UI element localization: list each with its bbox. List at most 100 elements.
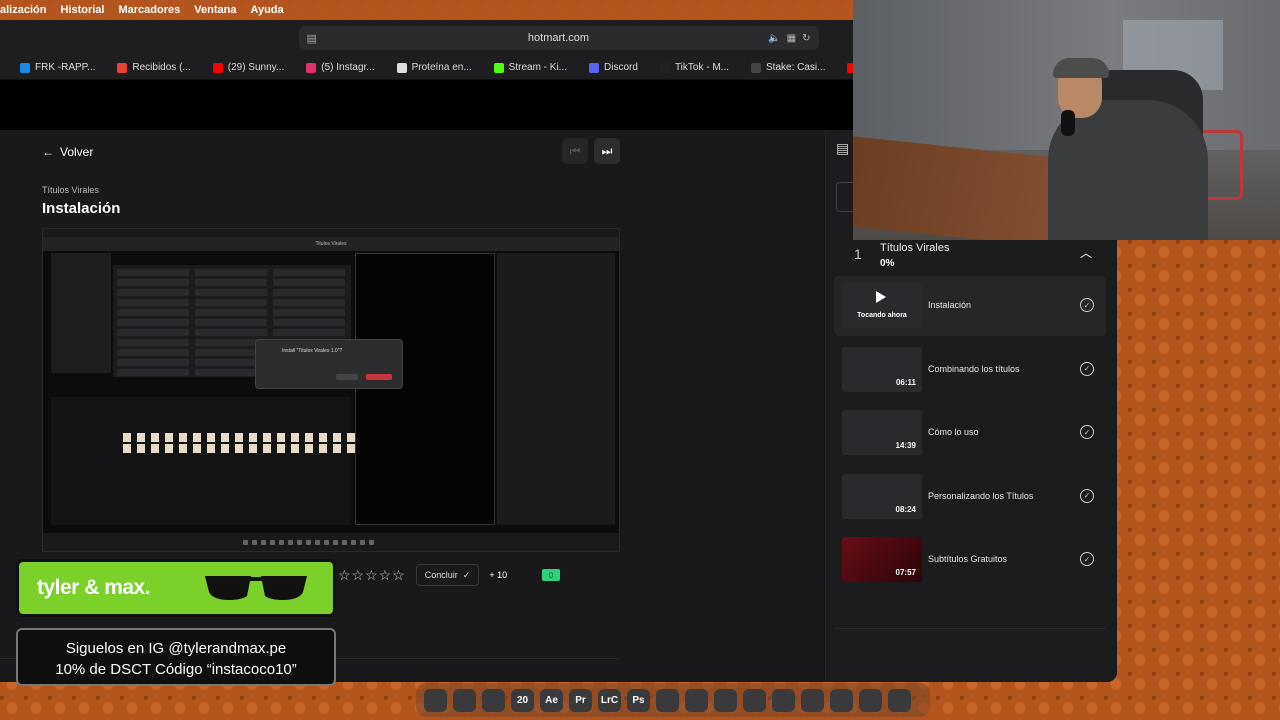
video-timeline-clip [193,433,201,442]
menu-item-history[interactable]: Historial [60,4,104,16]
check-circle-icon[interactable]: ✓ [1080,298,1094,312]
bookmark-item[interactable]: TikTok - M... [659,62,730,73]
lesson-actions: ☆☆☆☆☆ Concluir ✓ + 10 [338,564,507,586]
bookmark-favicon-icon [751,62,762,73]
bookmark-item[interactable]: Discord [589,62,638,73]
lesson-nav: ⏮ ⏭ [562,138,620,164]
module-name: Títulos Virales [880,242,950,254]
dock-app-icon[interactable] [801,688,824,712]
lesson-item[interactable]: 07:57 Subtítulos Gratuitos ✓ [834,530,1106,590]
video-effect-tile [195,309,267,316]
dock-app-icon[interactable] [888,688,911,712]
lesson-item[interactable]: Tocando ahora Instalación ✓ [834,276,1106,336]
macos-dock: 20 Ae Pr LrC Ps [416,683,930,717]
rating-stars[interactable]: ☆☆☆☆☆ [338,567,406,584]
menu-item-view[interactable]: alización [0,4,46,16]
dock-app-icon[interactable] [453,688,476,712]
lesson-title: Instalación [42,200,121,217]
bookmark-favicon-icon [589,62,600,73]
skip-forward-icon: ⏭ [601,143,613,158]
video-timeline-clip [277,444,285,453]
bookmark-label: Proteína en... [411,62,472,73]
dock-app-icon[interactable] [830,688,853,712]
video-install-dialog: Install "Titulos Virales 1.0"? [255,339,403,389]
lesson-thumbnail: 08:24 [842,473,922,519]
skip-back-icon: ⏮ [569,143,581,158]
complete-button[interactable]: Concluir ✓ [415,564,480,586]
dock-app-icon[interactable]: Pr [569,688,592,712]
video-timeline-clip [137,433,145,442]
lesson-item[interactable]: 08:24 Personalizando los Títulos ✓ [834,467,1106,527]
bookmark-label: Stream - Ki... [508,62,568,73]
bookmark-favicon-icon [396,62,407,73]
address-bar[interactable]: ▤ hotmart.com 🔈 ▦ ↻ [298,26,819,50]
video-timeline-clip [333,444,341,453]
check-circle-icon[interactable]: ✓ [1080,361,1094,376]
bookmark-label: TikTok - M... [674,62,730,73]
lesson-thumbnail: 06:11 [842,346,922,392]
list-icon[interactable]: ▤ [836,140,849,157]
check-circle-icon[interactable]: ✓ [1080,552,1094,566]
menu-bar: alización Historial Marcadores Ventana A… [0,0,855,20]
video-timeline-clip [137,444,145,453]
video-dock [43,533,619,551]
translate-icon[interactable]: ▦ [787,33,796,44]
dock-app-icon[interactable]: Ps [627,688,650,712]
previous-lesson-button[interactable]: ⏮ [562,138,588,164]
menu-item-window[interactable]: Ventana [194,4,236,16]
menu-item-bookmarks[interactable]: Marcadores [118,4,180,16]
video-effect-tile [195,329,267,336]
dock-app-icon[interactable] [685,688,708,712]
dock-app-icon[interactable] [656,688,679,712]
video-effect-tile [117,369,189,376]
video-timeline-clip [249,433,257,442]
chevron-up-icon[interactable]: ︿ [1080,244,1092,261]
module-header[interactable]: 1 Títulos Virales 0% ︿ [834,236,1106,280]
promo-info: Siguelos en IG @tylerandmax.pe 10% de DS… [16,628,336,686]
bookmark-item[interactable]: FRK -RAPP... [20,62,95,73]
bookmark-item[interactable]: (29) Sunny... [212,62,284,73]
bookmark-item[interactable]: Stake: Casi... [751,62,825,73]
dock-app-icon[interactable] [424,688,447,712]
bookmark-favicon-icon [20,62,30,73]
menu-item-help[interactable]: Ayuda [250,4,283,16]
video-timeline-clip [207,433,215,442]
bookmark-label: Stake: Casi... [766,62,826,73]
bookmark-favicon-icon [493,62,504,73]
video-player[interactable]: Titulos Virales Install "Titulos Virales… [42,228,620,552]
dock-app-icon[interactable] [714,688,737,712]
back-button[interactable]: ← Volver [42,145,93,159]
check-circle-icon[interactable]: ✓ [1080,425,1094,439]
audio-icon[interactable]: 🔈 [768,33,780,44]
dock-app-icon[interactable]: LrC [598,688,621,712]
check-circle-icon[interactable]: ✓ [1080,488,1094,503]
complete-label: Concluir [424,570,458,580]
back-label: Volver [60,145,94,159]
reload-icon[interactable]: ↻ [802,33,810,44]
now-playing-label: Tocando ahora [857,312,907,319]
arrow-left-icon: ← [42,145,54,159]
dock-app-icon[interactable] [772,688,795,712]
next-lesson-button[interactable]: ⏭ [594,138,620,164]
dock-app-icon[interactable] [482,688,505,712]
bookmark-item[interactable]: Recibidos (... [117,62,191,73]
lesson-item[interactable]: 06:11 Combinando los títulos ✓ [834,340,1106,400]
video-timeline-clip [347,433,355,442]
bookmark-favicon-icon [117,62,128,73]
dock-app-icon[interactable] [743,688,766,712]
video-effect-tile [273,269,345,276]
check-circle-icon: ✓ [462,569,471,580]
lesson-item[interactable]: 14:39 Cómo lo uso ✓ [834,403,1106,463]
dock-app-icon[interactable]: Ae [540,688,563,712]
lesson-title-label: Personalizando los Títulos [928,490,1034,501]
bookmark-item[interactable]: Stream - Ki... [493,62,568,73]
dock-app-icon[interactable] [859,688,882,712]
bookmark-item[interactable]: (5) Instagr... [306,62,375,73]
reader-icon[interactable]: ▤ [307,32,317,45]
module-progress: 0% [880,258,895,269]
bookmark-item[interactable]: Proteína en... [396,62,472,73]
dock-app-icon[interactable]: 20 [511,688,534,712]
video-effect-tile [117,309,189,316]
promo-banner: tyler & max. [16,559,336,617]
video-viewer [355,253,495,525]
